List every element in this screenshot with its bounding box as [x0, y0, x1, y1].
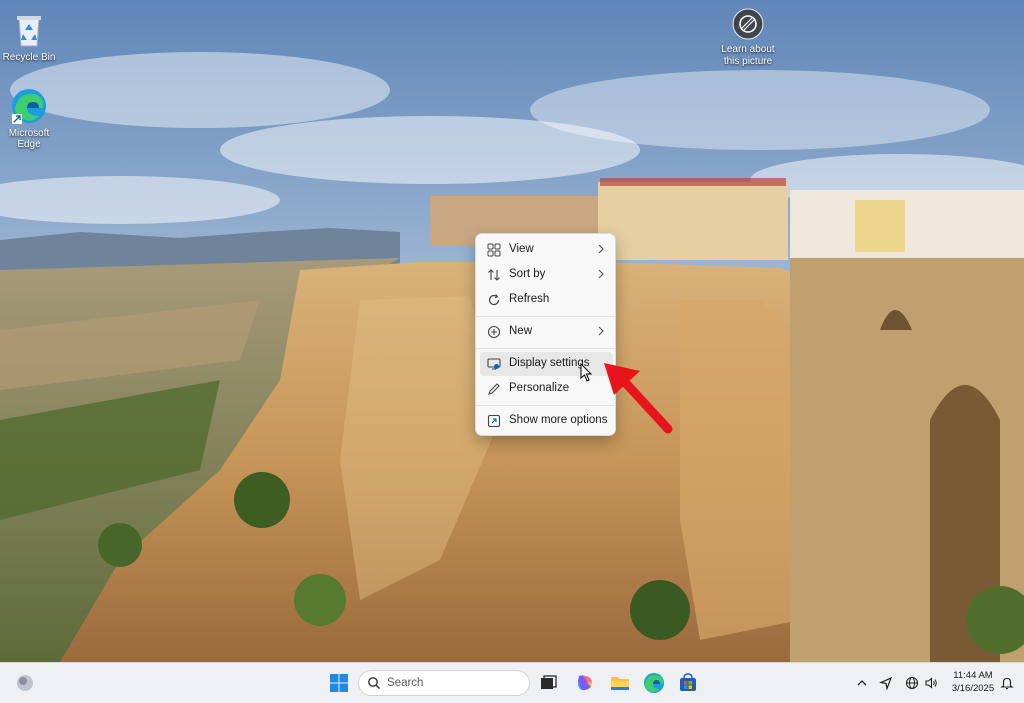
clock-time: 11:44 AM — [953, 670, 993, 681]
sort-icon — [487, 268, 501, 282]
store-icon[interactable] — [676, 671, 700, 695]
edge-icon[interactable] — [642, 671, 666, 695]
bell-icon[interactable] — [1000, 676, 1014, 690]
edge-icon — [9, 86, 49, 126]
taskbar-search-box[interactable]: Search — [358, 670, 530, 696]
spotlight-line1: Learn about — [721, 44, 775, 55]
plus-circle-icon — [487, 325, 501, 339]
menu-separator — [476, 348, 615, 349]
clock-date: 3/16/2025 — [951, 683, 995, 694]
edge-label: Microsoft Edge — [8, 128, 50, 150]
file-explorer-icon[interactable] — [608, 671, 632, 695]
menu-item-show-more-options[interactable]: Show more options — [480, 409, 613, 433]
task-view-icon[interactable] — [536, 671, 560, 695]
taskbar-clock[interactable]: 11:44 AM 3/16/2025 — [944, 669, 1002, 695]
refresh-icon — [487, 293, 501, 307]
location-icon[interactable] — [879, 676, 893, 691]
menu-item-sort-by-label: Sort by — [509, 268, 546, 280]
volume-icon[interactable] — [924, 676, 938, 690]
spotlight-line2: this picture — [723, 56, 773, 67]
chevron-right-icon — [597, 243, 605, 255]
camera-icon — [732, 8, 764, 40]
menu-item-refresh[interactable]: Refresh — [480, 288, 613, 312]
menu-item-show-more-options-label: Show more options — [509, 414, 608, 426]
network-icon[interactable] — [905, 676, 919, 690]
menu-separator — [476, 405, 615, 406]
chevron-up-icon[interactable] — [855, 676, 869, 690]
grid-icon — [487, 243, 501, 257]
desktop-icon-recycle-bin[interactable]: Recycle Bin — [0, 10, 61, 63]
expand-icon — [487, 414, 501, 428]
copilot-icon[interactable] — [573, 671, 597, 695]
desktop-icon-edge[interactable]: Microsoft Edge — [0, 86, 61, 150]
chevron-right-icon — [597, 268, 605, 280]
menu-item-personalize-label: Personalize — [509, 382, 570, 394]
taskbar: Search 11:44 AM 3/16/2025 — [0, 662, 1024, 703]
menu-item-new[interactable]: New — [480, 320, 613, 344]
menu-item-view-label: View — [509, 243, 534, 255]
start-icon[interactable] — [327, 671, 351, 695]
menu-item-display-settings-label: Display settings — [509, 357, 590, 369]
recycle-bin-label: Recycle Bin — [2, 52, 56, 63]
pen-icon — [487, 382, 501, 396]
menu-item-new-label: New — [509, 325, 533, 337]
search-placeholder: Search — [387, 677, 424, 689]
desktop-context-menu: View Sort by Refresh New Display setting… — [475, 233, 616, 436]
display-icon — [487, 357, 501, 371]
recycle-bin-icon — [9, 10, 49, 50]
search-icon — [367, 676, 381, 690]
menu-item-view[interactable]: View — [480, 238, 613, 262]
menu-item-refresh-label: Refresh — [509, 293, 550, 305]
menu-item-sort-by[interactable]: Sort by — [480, 263, 613, 287]
chevron-right-icon — [597, 325, 605, 337]
mouse-cursor-icon — [580, 362, 594, 383]
desktop-icon-learn-about-picture[interactable]: Learn about this picture — [716, 8, 780, 68]
menu-separator — [476, 316, 615, 317]
widgets-icon[interactable] — [13, 671, 37, 695]
annotation-arrow — [600, 355, 680, 435]
